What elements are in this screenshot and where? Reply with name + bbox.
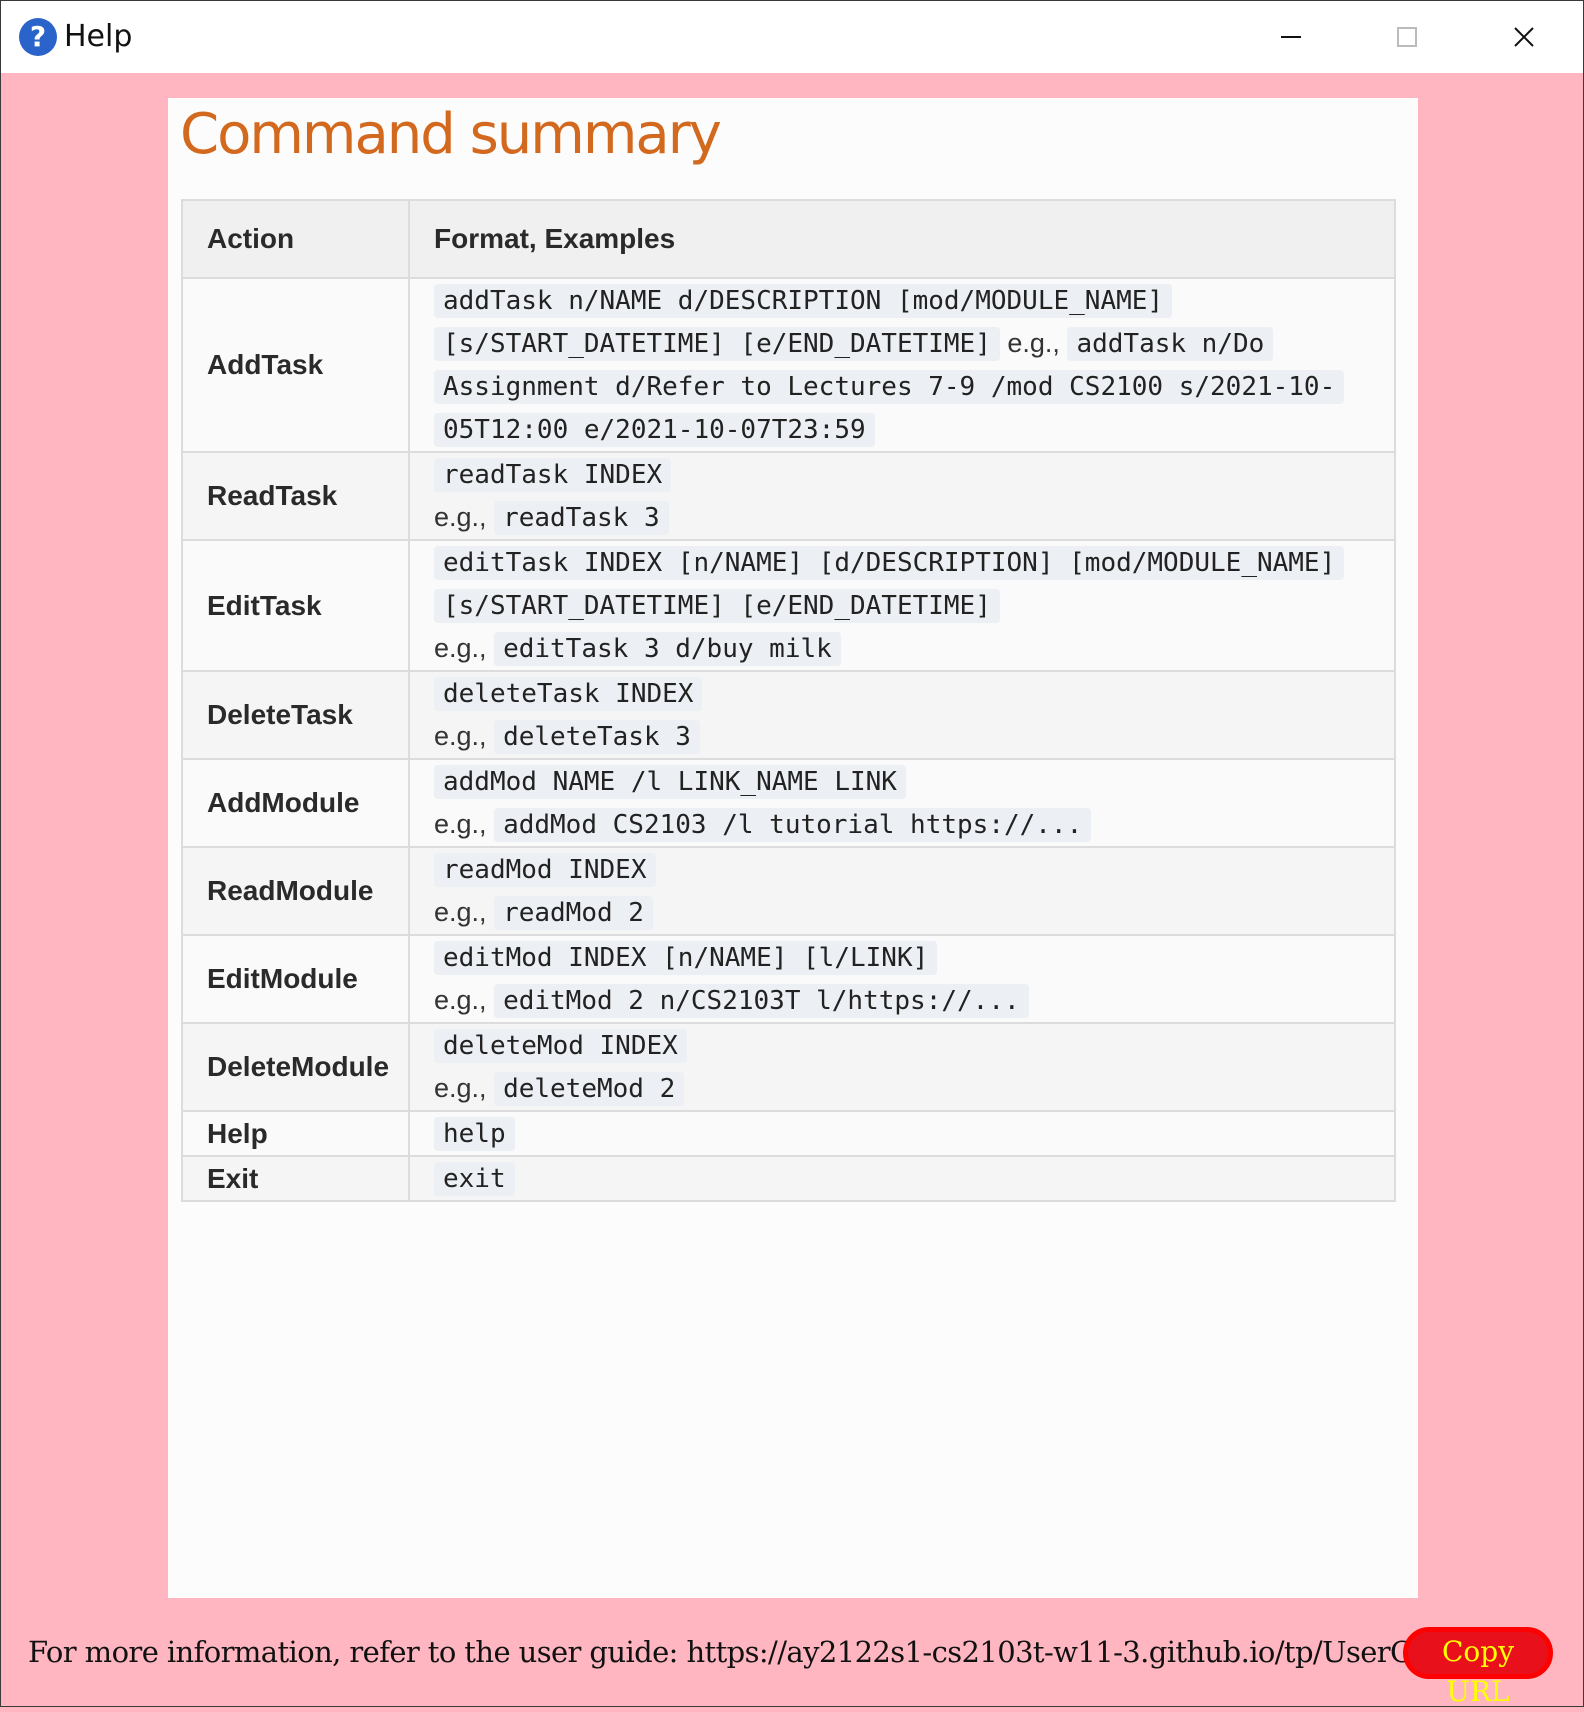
table-row: DeleteModule deleteMod INDEX e.g., deleteM… (181, 1022, 1396, 1112)
example-label: e.g., (434, 985, 487, 1015)
command-action: AddModule (181, 758, 410, 848)
command-format: readMod INDEX e.g., readMod 2 (408, 846, 1396, 936)
command-format-code: addMod NAME /l LINK_NAME LINK (434, 765, 906, 799)
help-icon: ? (19, 18, 57, 56)
command-format: addMod NAME /l LINK_NAME LINK e.g., addMo… (408, 758, 1396, 848)
command-format-code: exit (434, 1162, 515, 1196)
header-format: Format, Examples (408, 199, 1396, 279)
minimize-button[interactable] (1269, 15, 1313, 59)
command-format: help (408, 1110, 1396, 1157)
table-row: AddModule addMod NAME /l LINK_NAME LINK e.… (181, 758, 1396, 848)
example-label: e.g., (434, 721, 487, 751)
command-action: EditTask (181, 539, 410, 672)
help-content: Command summary Action Format, Examples … (168, 98, 1418, 1598)
command-action: ReadModule (181, 846, 410, 936)
command-example-code: deleteMod 2 (494, 1072, 685, 1106)
table-row: EditTask editTask INDEX [n/NAME] [d/DESCR… (181, 539, 1396, 672)
command-example-code: addMod CS2103 /l tutorial https://... (494, 808, 1092, 842)
command-format-code: addTask n/NAME d/DESCRIPTION [mod/MODULE… (434, 284, 1173, 361)
command-example-code: editMod 2 n/CS2103T l/https://... (494, 984, 1029, 1018)
command-format-code: help (434, 1117, 515, 1151)
table-row: ReadModule readMod INDEX e.g., readMod 2 (181, 846, 1396, 936)
table-row: Exit exit (181, 1155, 1396, 1202)
command-format-code: deleteMod INDEX (434, 1029, 687, 1063)
close-icon (1514, 27, 1534, 47)
command-example-code: readMod 2 (494, 896, 653, 930)
command-example-code: deleteTask 3 (494, 720, 700, 754)
command-action: Help (181, 1110, 410, 1157)
header-action: Action (181, 199, 410, 279)
command-format: editMod INDEX [n/NAME] [l/LINK] e.g., edi… (408, 934, 1396, 1024)
command-format-code: editMod INDEX [n/NAME] [l/LINK] (434, 941, 938, 975)
table-row: AddTask addTask n/NAME d/DESCRIPTION [mod… (181, 277, 1396, 453)
command-format-code: readTask INDEX (434, 458, 672, 492)
user-guide-info: For more information, refer to the user … (28, 1635, 1548, 1669)
example-label: e.g., (434, 809, 487, 839)
table-row: Help help (181, 1110, 1396, 1157)
command-format: exit (408, 1155, 1396, 1202)
example-label: e.g., (1007, 328, 1060, 358)
command-action: DeleteModule (181, 1022, 410, 1112)
maximize-icon (1397, 27, 1417, 47)
page-title: Command summary (180, 102, 722, 167)
command-format: readTask INDEX e.g., readTask 3 (408, 451, 1396, 541)
table-row: ReadTask readTask INDEX e.g., readTask 3 (181, 451, 1396, 541)
command-format: deleteMod INDEX e.g., deleteMod 2 (408, 1022, 1396, 1112)
table-header-row: Action Format, Examples (181, 199, 1396, 279)
command-example-code: editTask 3 d/buy milk (494, 632, 841, 666)
example-label: e.g., (434, 502, 487, 532)
command-action: DeleteTask (181, 670, 410, 760)
help-window: ? Help Command summary Action Format, Ex… (0, 0, 1584, 1708)
command-format: editTask INDEX [n/NAME] [d/DESCRIPTION] … (408, 539, 1396, 672)
example-label: e.g., (434, 897, 487, 927)
command-action: Exit (181, 1155, 410, 1202)
command-action: EditModule (181, 934, 410, 1024)
close-button[interactable] (1502, 15, 1546, 59)
window-title: Help (64, 19, 133, 54)
command-format-code: deleteTask INDEX (434, 677, 703, 711)
title-bar: ? Help (1, 1, 1583, 73)
maximize-button[interactable] (1385, 15, 1429, 59)
command-format-code: editTask INDEX [n/NAME] [d/DESCRIPTION] … (434, 546, 1345, 623)
command-summary-table: Action Format, Examples AddTask addTask n… (181, 199, 1396, 1202)
example-label: e.g., (434, 633, 487, 663)
table-row: EditModule editMod INDEX [n/NAME] [l/LINK… (181, 934, 1396, 1024)
command-format: deleteTask INDEX e.g., deleteTask 3 (408, 670, 1396, 760)
command-example-code: readTask 3 (494, 501, 669, 535)
example-label: e.g., (434, 1073, 487, 1103)
copy-url-button[interactable]: Copy URL (1403, 1627, 1553, 1708)
table-row: DeleteTask deleteTask INDEX e.g., deleteTa… (181, 670, 1396, 760)
command-action: AddTask (181, 277, 410, 453)
command-format: addTask n/NAME d/DESCRIPTION [mod/MODULE… (408, 277, 1396, 453)
command-format-code: readMod INDEX (434, 853, 656, 887)
command-action: ReadTask (181, 451, 410, 541)
minimize-icon (1281, 36, 1301, 38)
